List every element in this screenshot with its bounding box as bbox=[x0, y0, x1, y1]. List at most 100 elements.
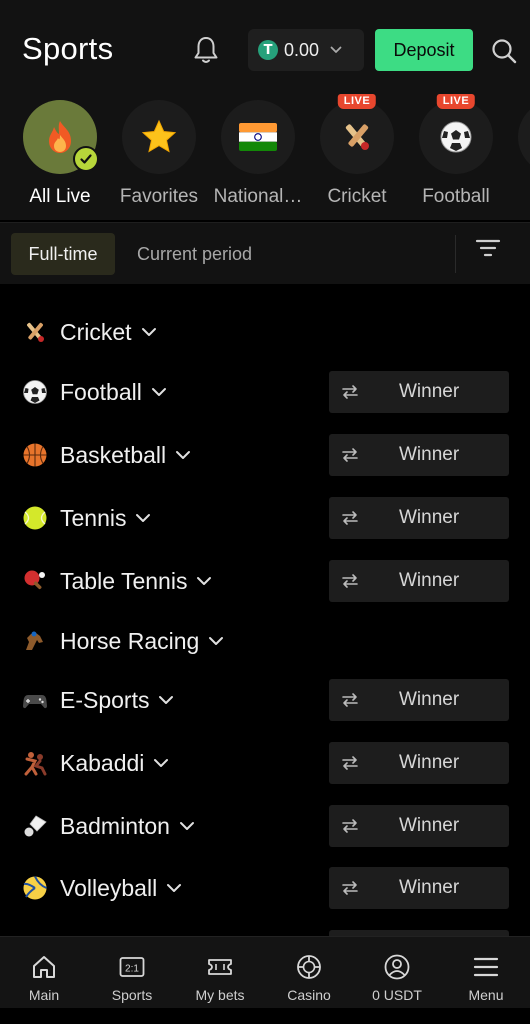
market-winner-button[interactable]: Winner bbox=[329, 371, 509, 413]
market-winner-button[interactable]: Winner bbox=[329, 742, 509, 784]
category-circle bbox=[221, 100, 295, 174]
nav-label: Sports bbox=[111, 987, 153, 1003]
market-winner-button[interactable]: Winner bbox=[329, 867, 509, 909]
swap-icon bbox=[342, 511, 358, 525]
sport-name: E-Sports bbox=[60, 686, 150, 713]
sport-toggle[interactable]: Horse Racing bbox=[22, 610, 225, 672]
filter-icon[interactable] bbox=[475, 236, 501, 260]
cricket-icon bbox=[27, 322, 44, 342]
nav-my-bets[interactable]: My bets bbox=[176, 937, 264, 1009]
deposit-button[interactable]: Deposit bbox=[375, 29, 473, 71]
chevron-down-icon bbox=[136, 514, 151, 522]
market-winner-button[interactable]: Winner bbox=[329, 560, 509, 602]
volleyball-icon bbox=[23, 876, 47, 900]
nav-sports[interactable]: 2:1 Sports bbox=[88, 937, 176, 1009]
sport-name: Horse Racing bbox=[60, 627, 200, 654]
shuttlecock-icon bbox=[24, 815, 47, 837]
user-icon bbox=[384, 954, 410, 980]
category-cricket[interactable]: LIVE Cricket bbox=[307, 94, 407, 208]
market-winner-button[interactable]: Winner bbox=[329, 805, 509, 847]
gamepad-icon bbox=[23, 695, 47, 709]
scoreboard-icon: 2:1 bbox=[119, 957, 145, 977]
market-label: Winner bbox=[399, 689, 460, 710]
ticket-icon bbox=[208, 959, 232, 975]
market-winner-button[interactable]: Winner bbox=[329, 434, 509, 476]
star-icon bbox=[141, 119, 177, 153]
swap-icon bbox=[342, 574, 358, 588]
kabaddi-icon bbox=[24, 752, 47, 776]
chip-icon bbox=[297, 955, 321, 979]
sport-toggle[interactable]: Football bbox=[22, 361, 168, 423]
live-badge: LIVE bbox=[337, 94, 377, 109]
header: Sports T 0.00 Deposit bbox=[0, 0, 530, 88]
nav-label: My bets bbox=[195, 987, 245, 1003]
india-flag-icon bbox=[239, 123, 277, 151]
nav-casino[interactable]: Casino bbox=[265, 937, 353, 1009]
sport-toggle[interactable]: Basketball bbox=[22, 424, 192, 486]
sport-toggle[interactable]: Volleyball bbox=[22, 857, 183, 919]
category-national[interactable]: National… bbox=[208, 100, 308, 208]
category-circle: LIVE bbox=[419, 94, 493, 174]
nav-account[interactable]: 0 USDT bbox=[353, 937, 441, 1009]
category-carousel: All Live Favorites National… LIVE Cricke… bbox=[0, 88, 530, 220]
sport-row-basketball: Basketball Winner bbox=[0, 424, 530, 486]
sport-row-badminton: Badminton Winner bbox=[0, 795, 530, 857]
tab-full-time[interactable]: Full-time bbox=[11, 233, 115, 275]
sports-list: Cricket Football Winner Basketball Winne… bbox=[0, 284, 530, 936]
swap-icon bbox=[342, 881, 358, 895]
sport-name: Football bbox=[60, 378, 142, 405]
sport-row-e-sports: E-Sports Winner bbox=[0, 669, 530, 731]
category-label: All Live bbox=[29, 186, 91, 207]
divider bbox=[455, 235, 456, 273]
category-circle bbox=[23, 100, 99, 174]
sport-toggle[interactable]: Cricket bbox=[22, 301, 158, 363]
tennis-icon bbox=[23, 506, 47, 530]
home-icon bbox=[33, 956, 55, 978]
category-all-live[interactable]: All Live bbox=[10, 100, 110, 208]
chevron-down-icon bbox=[151, 388, 166, 396]
fire-icon bbox=[49, 121, 71, 153]
category-basketball[interactable]: Ba bbox=[505, 100, 530, 208]
cricket-icon bbox=[345, 124, 369, 150]
swap-icon bbox=[342, 819, 358, 833]
category-label: Football bbox=[422, 186, 490, 207]
basketball-icon bbox=[23, 443, 47, 467]
sport-toggle[interactable]: E-Sports bbox=[22, 669, 175, 731]
chevron-down-icon bbox=[154, 759, 169, 767]
sport-row-football: Football Winner bbox=[0, 361, 530, 423]
sport-toggle[interactable]: Kabaddi bbox=[22, 732, 170, 794]
bell-icon[interactable] bbox=[192, 35, 220, 65]
sport-toggle[interactable]: Tennis bbox=[22, 487, 152, 549]
search-icon[interactable] bbox=[490, 37, 518, 65]
market-label: Winner bbox=[399, 444, 460, 465]
market-label: Winner bbox=[399, 507, 460, 528]
sport-row-table-tennis: Table Tennis Winner bbox=[0, 550, 530, 612]
market-winner-button[interactable]: Winner bbox=[329, 497, 509, 539]
sport-name: Cricket bbox=[60, 318, 132, 345]
market-winner-button[interactable]: Winner bbox=[329, 679, 509, 721]
tab-current-period[interactable]: Current period bbox=[137, 233, 252, 275]
balance-dropdown[interactable]: T 0.00 bbox=[248, 29, 364, 71]
sport-row-tennis: Tennis Winner bbox=[0, 487, 530, 549]
menu-icon bbox=[473, 957, 499, 977]
swap-icon bbox=[342, 448, 358, 462]
tether-icon: T bbox=[258, 40, 278, 60]
sport-name: Basketball bbox=[60, 441, 167, 468]
sport-toggle[interactable]: Badminton bbox=[22, 795, 196, 857]
sport-toggle[interactable]: Table Tennis bbox=[22, 550, 213, 612]
category-label: Cricket bbox=[327, 186, 387, 207]
market-label: Winner bbox=[399, 877, 460, 898]
sport-name: Tennis bbox=[60, 504, 127, 531]
chevron-down-icon bbox=[209, 637, 224, 645]
category-football[interactable]: LIVE Football bbox=[406, 94, 506, 208]
category-favorites[interactable]: Favorites bbox=[109, 100, 209, 208]
period-tab-bar: Full-time Current period bbox=[0, 222, 530, 284]
system-bar bbox=[0, 1008, 530, 1024]
category-circle bbox=[518, 100, 530, 174]
page-title: Sports bbox=[22, 31, 114, 66]
sport-row-kabaddi: Kabaddi Winner bbox=[0, 732, 530, 794]
nav-menu[interactable]: Menu bbox=[442, 937, 530, 1009]
sport-name: Kabaddi bbox=[60, 749, 145, 776]
nav-label: 0 USDT bbox=[372, 987, 422, 1003]
nav-main[interactable]: Main bbox=[0, 937, 88, 1009]
